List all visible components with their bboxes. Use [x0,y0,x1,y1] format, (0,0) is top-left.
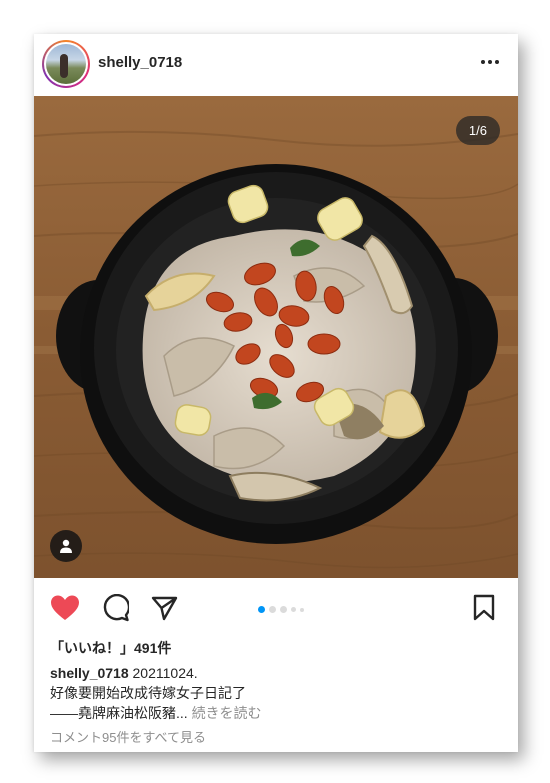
image-counter: 1/6 [455,116,500,145]
caption-line-3: ——堯牌麻油松阪豬... [50,705,188,721]
post-photo[interactable]: 1/6 [34,96,518,578]
post-card: shelly_0718 1/6 「いいね！」491件 shelly_0718 2… [34,34,518,752]
view-all-comments-link[interactable]: コメント95件をすべて見る [50,727,206,746]
carousel-dots [258,606,304,613]
avatar[interactable] [42,40,90,88]
user-tag-icon[interactable] [50,530,82,562]
heart-filled-icon[interactable] [50,594,80,627]
carousel-dot-active [258,606,265,613]
carousel-dot [269,606,276,613]
avatar-image [46,44,86,84]
likes-count[interactable]: 「いいね！」491件 [50,638,171,658]
caption-username[interactable]: shelly_0718 [50,665,129,681]
post-header: shelly_0718 [34,34,518,94]
read-more-link[interactable]: 続きを読む [192,705,262,721]
carousel-dot [291,607,296,612]
carousel-dot [280,606,287,613]
bookmark-icon[interactable] [472,594,496,627]
post-username[interactable]: shelly_0718 [98,54,182,71]
more-options-icon[interactable] [478,52,502,72]
food-photo [34,96,518,578]
paper-plane-icon[interactable] [150,594,178,627]
caption-line-1: 20211024. [132,665,198,681]
caption-line-2: 好像要開始改成待嫁女子日記了 [50,685,246,701]
post-caption: shelly_0718 20211024. 好像要開始改成待嫁女子日記了 ——堯… [50,663,510,723]
comment-icon[interactable] [101,593,131,627]
action-bar [34,590,518,630]
carousel-dot [300,607,304,612]
